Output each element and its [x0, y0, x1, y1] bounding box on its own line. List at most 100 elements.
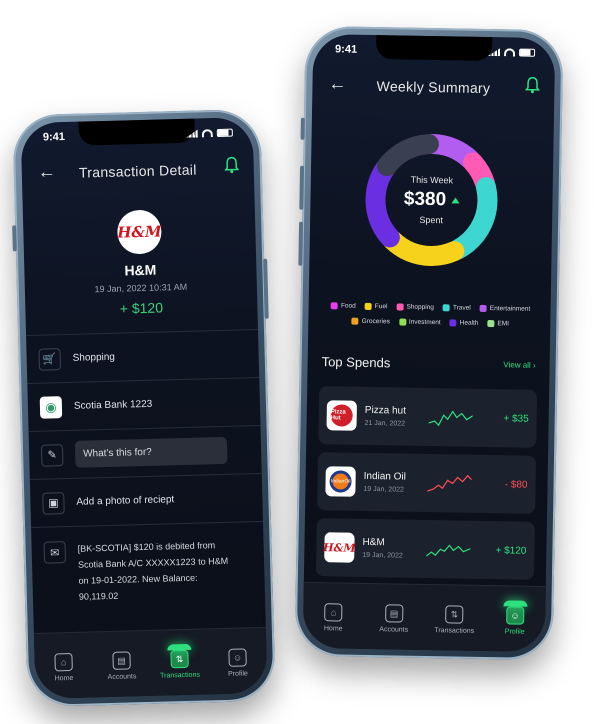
spend-date: 19 Jan, 2022 [362, 551, 403, 560]
hm-logo: H&M [323, 532, 356, 563]
legend-label: Investment [408, 318, 441, 327]
tab-bar: ⌂ Home ▤ Accounts ⇅ Transactions ☺ Profi… [33, 626, 268, 699]
spend-card[interactable]: H&M H&M 19 Jan, 2022 + $120 [315, 518, 535, 580]
merchant-logo: H&M [116, 209, 162, 255]
category-row[interactable]: 🛒 Shopping [26, 328, 260, 384]
legend-label: Travel [452, 304, 471, 312]
tab-label: Accounts [107, 673, 137, 682]
back-arrow-icon[interactable]: ← [328, 73, 346, 94]
spend-name: Pizza hut [364, 404, 407, 417]
active-indicator [503, 600, 528, 607]
tab-bar: ⌂ Home ▤ Accounts ⇅ Transactions ☺ Profi… [302, 581, 546, 653]
legend-item: Health [449, 319, 479, 327]
spend-name: Indian Oil [363, 470, 407, 483]
legend-item: Fuel [364, 302, 388, 311]
bank-label: Scotia Bank 1223 [73, 398, 153, 412]
legend-swatch [330, 302, 339, 310]
merchant-name: H&M [124, 261, 157, 279]
screen: 9:41 ← Transaction Detail H&M H&M 19 Jan… [20, 117, 268, 699]
home-icon: ⌂ [54, 652, 73, 672]
view-all-label: View all [503, 360, 531, 370]
legend-label: EMI [497, 320, 510, 328]
status-icons [186, 127, 233, 140]
legend-item: EMI [487, 320, 509, 327]
legend-label: Groceries [361, 317, 390, 326]
spend-info: H&M 19 Jan, 2022 [362, 537, 424, 560]
legend-swatch [364, 302, 372, 310]
hm-mark: H&M [323, 540, 356, 555]
spend-date: 19 Jan, 2022 [363, 485, 404, 494]
note-input[interactable]: What's this for? [74, 436, 228, 468]
volume-up-button [299, 165, 305, 210]
status-time: 9:41 [42, 130, 66, 144]
tab-home[interactable]: ⌂ Home [39, 652, 88, 683]
legend-item: Shopping [396, 303, 434, 311]
tab-accounts[interactable]: ▤ Accounts [97, 651, 146, 681]
mute-switch [300, 117, 305, 140]
tab-label: Transactions [434, 627, 475, 635]
profile-icon: ☺ [505, 606, 525, 625]
message-icon: ✉ [43, 541, 67, 564]
status-icons [488, 46, 536, 59]
legend-swatch [449, 319, 457, 327]
bell-icon[interactable] [223, 155, 240, 174]
photo-row[interactable]: ▣ Add a photo of reciept [29, 472, 263, 527]
spend-card[interactable]: Pizza Hut Pizza hut 21 Jan, 2022 + $35 [318, 386, 538, 448]
back-arrow-icon[interactable]: ← [38, 161, 57, 182]
donut-value: $380 [403, 188, 447, 211]
tab-transactions[interactable]: ⇅ Transactions [430, 605, 478, 635]
phone-weekly-summary: 9:41 ← Weekly Summary This Week $380 Spe… [294, 25, 564, 661]
view-all-link[interactable]: View all › [503, 360, 535, 370]
active-indicator [167, 643, 192, 651]
legend-item: Investment [398, 318, 441, 327]
legend-item: Groceries [351, 317, 390, 326]
header: ← Weekly Summary [312, 70, 554, 104]
sparkline-up-icon [426, 544, 471, 557]
indian-oil-logo: IndianOil [325, 466, 356, 497]
trend-up-icon [451, 197, 460, 204]
tab-transactions[interactable]: ⇅ Transactions [155, 643, 204, 680]
spend-amount: + $120 [495, 544, 527, 557]
spend-amount: + $35 [503, 412, 529, 425]
legend-item: Entertainment [479, 304, 530, 313]
spend-info: Pizza hut 21 Jan, 2022 [365, 405, 427, 428]
spend-card[interactable]: IndianOil Indian Oil 19 Jan, 2022 - $80 [317, 452, 537, 514]
sms-text: [BK-SCOTIA] $120 is debited from Scotia … [77, 540, 229, 602]
sparkline-down-icon [427, 474, 472, 492]
wifi-icon [504, 48, 516, 57]
tab-profile[interactable]: ☺ Profile [213, 648, 262, 678]
donut-label: This Week [410, 174, 454, 186]
profile-icon: ☺ [228, 648, 247, 667]
legend-swatch [351, 317, 359, 325]
tab-home[interactable]: ⌂ Home [309, 603, 357, 633]
tab-label: Profile [504, 628, 525, 636]
spending-donut: This Week $380 Spent [362, 131, 500, 269]
legend-swatch [396, 303, 404, 311]
legend-label: Fuel [374, 303, 388, 311]
legend-swatch [487, 320, 495, 328]
tab-label: Profile [227, 670, 249, 678]
tab-accounts[interactable]: ▤ Accounts [370, 604, 418, 634]
signal-icon [488, 48, 500, 56]
donut-value-wrap: $380 [404, 189, 460, 212]
bell-icon[interactable] [524, 76, 540, 94]
wifi-icon [201, 129, 213, 138]
sparkline-up-icon [428, 410, 473, 427]
signal-icon [186, 129, 198, 137]
legend-swatch [442, 304, 451, 312]
accounts-icon: ▤ [384, 604, 404, 623]
legend-item: Food [330, 302, 356, 310]
top-spends-header: Top Spends View all › [322, 354, 536, 373]
tab-profile[interactable]: ☺ Profile [491, 600, 539, 636]
tab-label: Home [54, 674, 74, 683]
pizza-hut-mark: Pizza Hut [330, 404, 353, 427]
page-title: Weekly Summary [376, 78, 491, 97]
volume-down-button [298, 221, 304, 266]
detail-list: 🛒 Shopping ◉ Scotia Bank 1223 ✎ What's t… [26, 328, 266, 627]
mute-switch [12, 225, 17, 252]
note-row: ✎ What's this for? [28, 424, 262, 480]
bank-row[interactable]: ◉ Scotia Bank 1223 [27, 376, 261, 432]
indian-oil-mark: IndianOil [329, 470, 352, 493]
tab-label: Accounts [379, 626, 409, 634]
transaction-amount: + $120 [119, 299, 164, 317]
